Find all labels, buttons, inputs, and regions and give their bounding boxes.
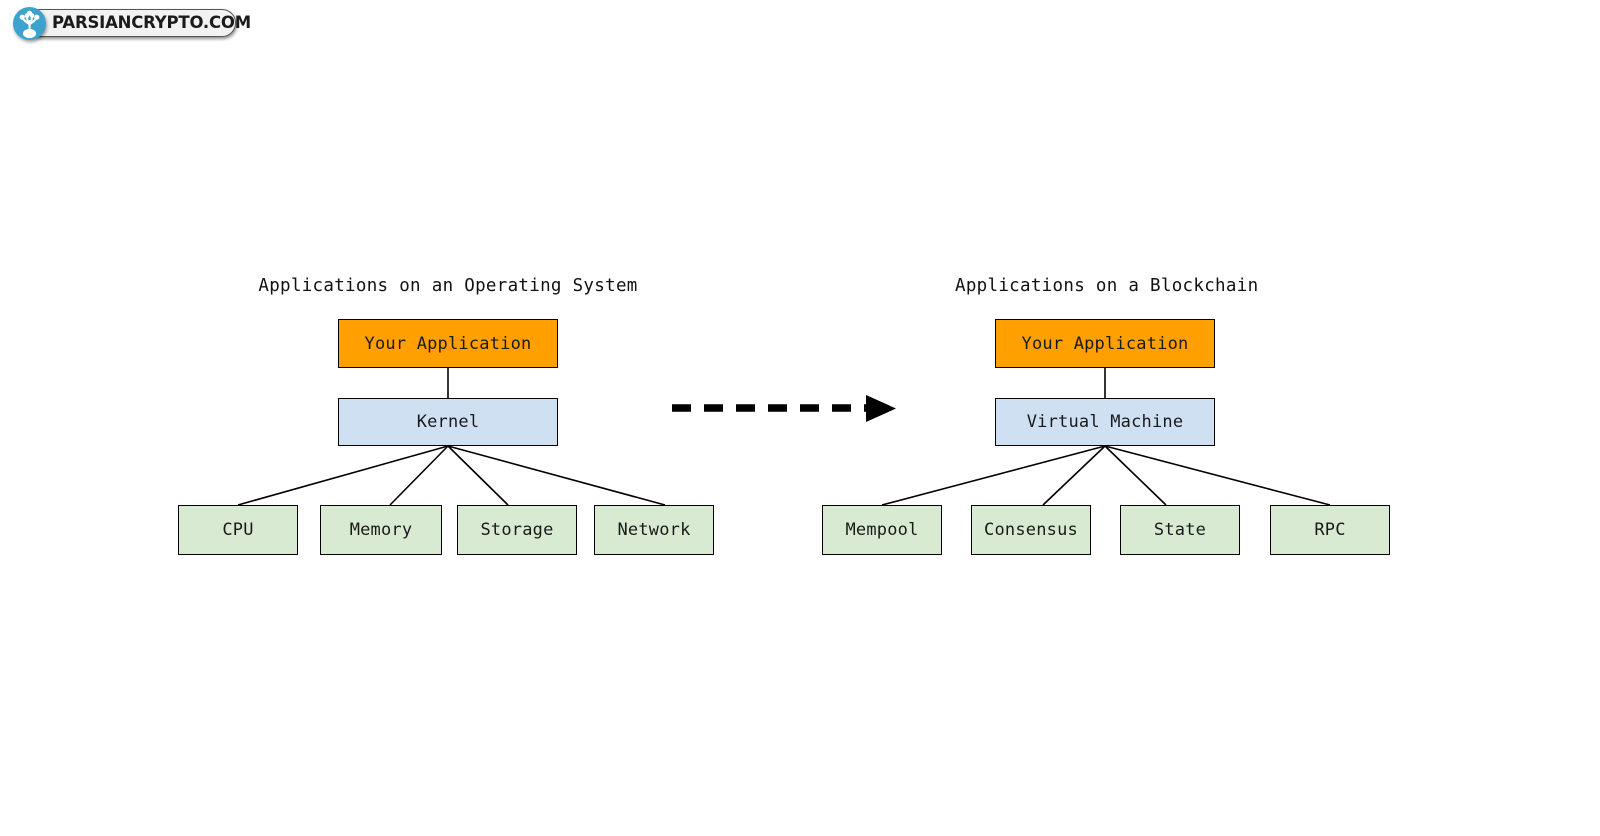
right-resource-node-state[interactable]: State <box>1120 505 1240 555</box>
edge-right-layer-to-state <box>1104 445 1167 506</box>
left-resource-node-storage[interactable]: Storage <box>457 505 577 555</box>
edge-left-layer-to-memory <box>389 445 449 506</box>
connector-edges <box>237 368 1331 506</box>
right-layer-node-virtual-machine[interactable]: Virtual Machine <box>995 398 1215 446</box>
edge-left-layer-to-cpu <box>237 445 449 506</box>
right-resource-node-rpc[interactable]: RPC <box>1270 505 1390 555</box>
edge-left-layer-to-storage <box>447 445 509 506</box>
right-application-node[interactable]: Your Application <box>995 319 1215 368</box>
right-resource-node-mempool[interactable]: Mempool <box>822 505 942 555</box>
left-application-node[interactable]: Your Application <box>338 319 558 368</box>
edge-right-layer-to-rpc <box>1104 445 1331 506</box>
edge-left-layer-to-network <box>447 445 666 506</box>
architecture-comparison-diagram: Applications on an Operating System Your… <box>0 0 1600 836</box>
left-group-title: Applications on an Operating System <box>258 276 638 296</box>
left-layer-node-kernel[interactable]: Kernel <box>338 398 558 446</box>
left-resource-node-network[interactable]: Network <box>594 505 714 555</box>
edge-right-layer-to-consensus <box>1042 445 1106 506</box>
edge-right-layer-to-mempool <box>881 445 1106 506</box>
right-resource-node-consensus[interactable]: Consensus <box>971 505 1091 555</box>
dashed-right-arrow-icon <box>672 395 896 422</box>
right-group-title: Applications on a Blockchain <box>955 276 1259 296</box>
left-resource-node-cpu[interactable]: CPU <box>178 505 298 555</box>
left-resource-node-memory[interactable]: Memory <box>320 505 442 555</box>
